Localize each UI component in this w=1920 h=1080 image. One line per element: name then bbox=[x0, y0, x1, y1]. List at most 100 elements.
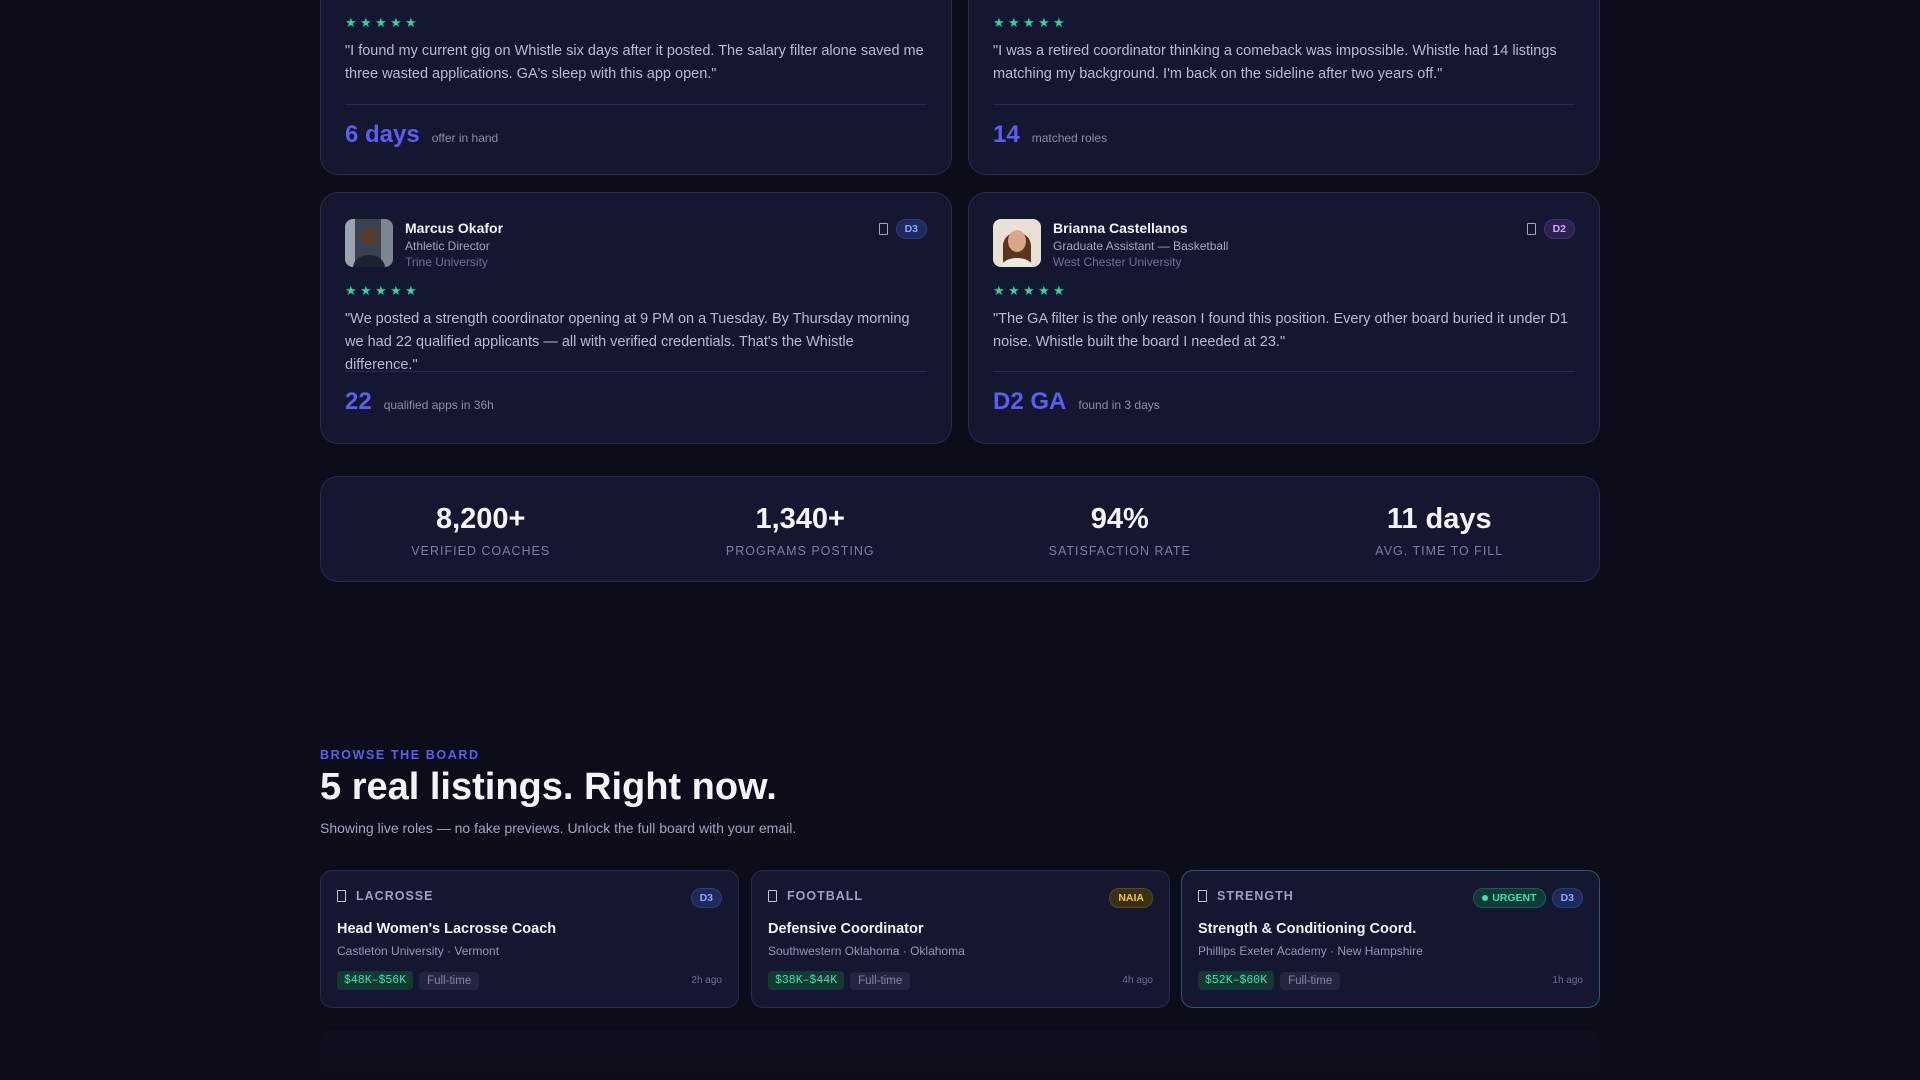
job-location: Castleton University · Vermont bbox=[337, 944, 500, 958]
star-icon: ★ bbox=[405, 283, 417, 298]
rating-stars: ★ ★ ★ ★ ★ bbox=[345, 283, 417, 298]
testimonial-card: ★ ★ ★ ★ ★ "I was a retired coordinator t… bbox=[968, 0, 1600, 175]
posted-time: 4h ago bbox=[1122, 975, 1153, 986]
star-icon: ★ bbox=[390, 283, 402, 298]
job-type-badge: Full-time bbox=[1280, 971, 1341, 990]
section-eyebrow: BROWSE THE BOARD bbox=[320, 748, 480, 762]
job-tags: NAIA bbox=[1109, 888, 1153, 908]
star-icon: ★ bbox=[1053, 15, 1065, 30]
salary-badge: $38K–$44K bbox=[768, 971, 845, 990]
rating-stars: ★ ★ ★ ★ ★ bbox=[993, 283, 1065, 298]
category-label: STRENGTH bbox=[1217, 889, 1294, 903]
bookmark-icon[interactable] bbox=[768, 890, 777, 902]
star-icon: ★ bbox=[1038, 15, 1050, 30]
stat-satisfaction-rate: 94% SATISFACTION RATE bbox=[960, 477, 1280, 581]
job-meta: $52K–$60K Full-time 1h ago bbox=[1198, 971, 1583, 990]
category-label: LACROSSE bbox=[356, 889, 434, 903]
division-badge: D2 bbox=[1543, 219, 1575, 239]
star-icon: ★ bbox=[1023, 15, 1035, 30]
testimonial-author: Marcus Okafor Athletic Director Trine Un… bbox=[345, 219, 503, 269]
job-location: Phillips Exeter Academy · New Hampshire bbox=[1198, 944, 1423, 958]
star-icon: ★ bbox=[375, 15, 387, 30]
star-icon: ★ bbox=[1038, 283, 1050, 298]
metric-value: D2 GA bbox=[993, 388, 1067, 415]
star-icon: ★ bbox=[1008, 283, 1020, 298]
job-title[interactable]: Defensive Coordinator bbox=[768, 921, 924, 937]
testimonial-quote: "The GA filter is the only reason I foun… bbox=[993, 311, 1568, 350]
metric-value: 6 days bbox=[345, 121, 420, 148]
divider bbox=[345, 104, 927, 105]
job-category: FOOTBALL bbox=[768, 889, 863, 903]
testimonial-tags: D2 bbox=[1526, 219, 1575, 239]
star-icon: ★ bbox=[375, 283, 387, 298]
testimonial-metric: D2 GA found in 3 days bbox=[993, 388, 1160, 416]
stat-label: VERIFIED COACHES bbox=[411, 544, 551, 558]
star-icon: ★ bbox=[993, 15, 1005, 30]
stat-label: PROGRAMS POSTING bbox=[725, 544, 875, 558]
bookmark-icon[interactable] bbox=[337, 890, 346, 902]
job-title[interactable]: Head Women's Lacrosse Coach bbox=[337, 921, 556, 937]
metric-label: offer in hand bbox=[431, 131, 499, 145]
job-card[interactable]: FOOTBALL NAIA Defensive Coordinator Sout… bbox=[751, 870, 1170, 1008]
avatar bbox=[345, 219, 393, 267]
author-organization: Trine University bbox=[405, 255, 488, 269]
divider bbox=[993, 104, 1575, 105]
star-icon: ★ bbox=[345, 15, 357, 30]
bookmark-icon[interactable] bbox=[878, 223, 888, 235]
star-icon: ★ bbox=[1023, 283, 1035, 298]
rating-stars: ★ ★ ★ ★ ★ bbox=[993, 15, 1065, 30]
star-icon: ★ bbox=[993, 283, 1005, 298]
avatar bbox=[993, 219, 1041, 267]
metric-value: 14 bbox=[993, 121, 1020, 148]
stat-programs-posting: 1,340+ PROGRAMS POSTING bbox=[641, 477, 961, 581]
stat-time-to-fill: 11 days AVG. TIME TO FILL bbox=[1280, 477, 1600, 581]
testimonial-author: Brianna Castellanos Graduate Assistant —… bbox=[993, 219, 1228, 269]
author-role: Graduate Assistant — Basketball bbox=[1053, 239, 1229, 253]
section-subheading: Showing live roles — no fake previews. U… bbox=[320, 820, 797, 836]
metric-value: 22 bbox=[345, 388, 372, 415]
stat-label: AVG. TIME TO FILL bbox=[1375, 544, 1504, 558]
testimonial-quote: "I found my current gig on Whistle six d… bbox=[345, 43, 924, 82]
testimonial-tags: D3 bbox=[878, 219, 927, 239]
testimonial-quote: "We posted a strength coordinator openin… bbox=[345, 311, 910, 373]
stat-value: 11 days bbox=[1386, 503, 1492, 535]
testimonial-card: ★ ★ ★ ★ ★ "I found my current gig on Whi… bbox=[320, 0, 952, 175]
section-heading: 5 real listings. Right now. bbox=[320, 766, 777, 808]
testimonial-card: Brianna Castellanos Graduate Assistant —… bbox=[968, 192, 1600, 444]
job-meta: $48K–$56K Full-time 2h ago bbox=[337, 971, 722, 990]
urgent-badge: URGENT bbox=[1473, 888, 1546, 908]
author-name: Brianna Castellanos bbox=[1053, 220, 1188, 236]
divider bbox=[993, 371, 1575, 372]
star-icon: ★ bbox=[1053, 283, 1065, 298]
salary-badge: $48K–$56K bbox=[337, 971, 414, 990]
job-type-badge: Full-time bbox=[850, 971, 911, 990]
job-title[interactable]: Strength & Conditioning Coord. bbox=[1198, 921, 1416, 937]
posted-time: 1h ago bbox=[1552, 975, 1583, 986]
stat-verified-coaches: 8,200+ VERIFIED COACHES bbox=[321, 477, 641, 581]
testimonial-quote: "I was a retired coordinator thinking a … bbox=[993, 43, 1557, 82]
stat-label: SATISFACTION RATE bbox=[1048, 544, 1191, 558]
star-icon: ★ bbox=[360, 15, 372, 30]
testimonial-metric: 22 qualified apps in 36h bbox=[345, 388, 494, 416]
division-badge: D3 bbox=[690, 888, 722, 908]
metric-label: found in 3 days bbox=[1078, 398, 1160, 412]
star-icon: ★ bbox=[1008, 15, 1020, 30]
bookmark-icon[interactable] bbox=[1198, 890, 1207, 902]
job-card[interactable]: LACROSSE D3 Head Women's Lacrosse Coach … bbox=[320, 870, 739, 1008]
star-icon: ★ bbox=[390, 15, 402, 30]
job-card[interactable]: STRENGTH URGENT D3 Strength & Conditioni… bbox=[1181, 870, 1600, 1008]
bookmark-icon[interactable] bbox=[1526, 223, 1536, 235]
star-icon: ★ bbox=[345, 283, 357, 298]
job-location: Southwestern Oklahoma · Oklahoma bbox=[768, 944, 965, 958]
stat-value: 8,200+ bbox=[435, 503, 526, 535]
author-organization: West Chester University bbox=[1053, 255, 1182, 269]
star-icon: ★ bbox=[405, 15, 417, 30]
status-dot-icon bbox=[1482, 895, 1489, 901]
posted-time: 2h ago bbox=[691, 975, 722, 986]
job-type-badge: Full-time bbox=[419, 971, 480, 990]
job-category: LACROSSE bbox=[337, 889, 433, 903]
testimonial-metric: 6 days offer in hand bbox=[345, 121, 498, 149]
division-badge: D3 bbox=[1551, 888, 1583, 908]
testimonial-metric: 14 matched roles bbox=[993, 121, 1107, 149]
job-tags: D3 bbox=[690, 888, 722, 908]
